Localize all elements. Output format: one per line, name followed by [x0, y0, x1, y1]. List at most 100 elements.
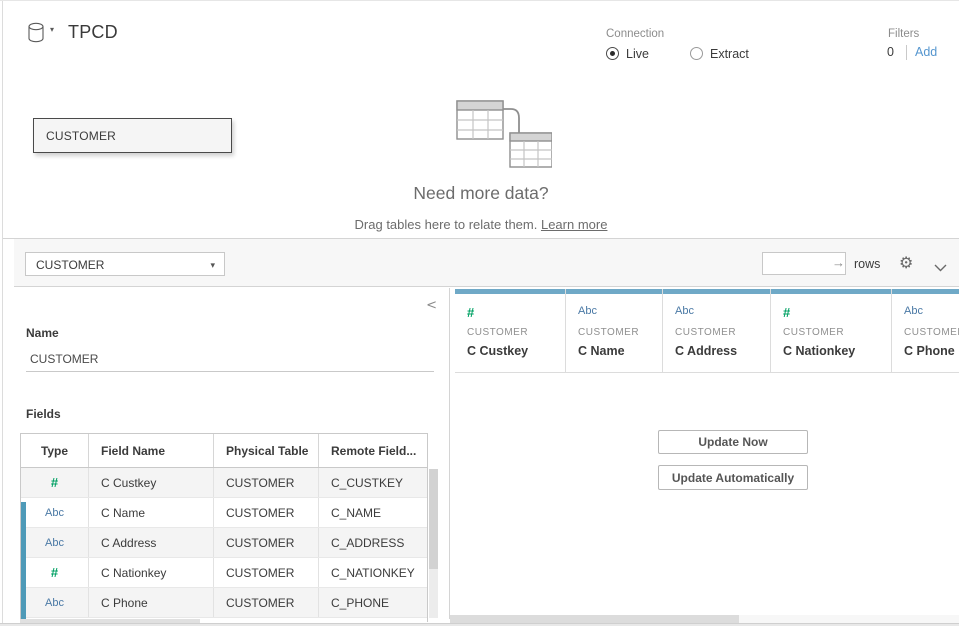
filters-count: 0	[887, 45, 894, 59]
logical-toolbar: CUSTOMER ▾ → rows ⚙	[14, 239, 959, 287]
remote-field-cell: C_CUSTKEY	[319, 468, 427, 497]
number-type-icon: #	[467, 305, 474, 320]
table-row[interactable]: # C Nationkey CUSTOMER C_NATIONKEY	[21, 558, 427, 588]
row-select-bar	[21, 502, 26, 622]
customer-table-chip[interactable]: CUSTOMER	[33, 118, 232, 153]
field-name-cell: C Address	[89, 528, 214, 557]
arrow-right-icon: →	[832, 255, 845, 270]
empty-state-title: Need more data?	[3, 183, 959, 204]
grid-column[interactable]: Abc CUSTOMER C Name	[566, 289, 663, 372]
column-field-label: C Name	[578, 344, 625, 358]
fields-vscrollbar-track-lower	[429, 569, 438, 618]
physical-table-cell: CUSTOMER	[214, 468, 319, 497]
string-type-icon: Abc	[45, 597, 64, 609]
datasource-page: ▾ TPCD Connection Live Extract Filters 0…	[0, 0, 959, 626]
fields-vscrollbar-thumb[interactable]	[429, 469, 438, 569]
physical-table-cell: CUSTOMER	[214, 558, 319, 587]
grid-column[interactable]: # CUSTOMER C Custkey	[455, 289, 566, 372]
table-row[interactable]: Abc C Address CUSTOMER C_ADDRESS	[21, 528, 427, 558]
fields-table-body: # C Custkey CUSTOMER C_CUSTKEY Abc C Nam…	[21, 468, 427, 622]
connection-label: Connection	[606, 28, 664, 40]
customer-table-chip-label: CUSTOMER	[34, 119, 231, 143]
fields-vscrollbar	[429, 434, 438, 618]
physical-table-cell: CUSTOMER	[214, 528, 319, 557]
grid-column[interactable]: Abc CUSTOMER C Address	[663, 289, 771, 372]
name-label: Name	[26, 326, 59, 340]
live-radio-option[interactable]: Live	[606, 45, 649, 61]
extract-radio-option[interactable]: Extract	[690, 45, 749, 61]
table-select-label: CUSTOMER	[36, 258, 104, 272]
number-type-icon: #	[51, 565, 58, 580]
table-row[interactable]: Abc C Phone CUSTOMER C_PHONE	[21, 588, 427, 618]
header-cell-physical-table[interactable]: Physical Table	[214, 434, 319, 467]
column-table-label: CUSTOMER	[467, 327, 528, 338]
update-now-button[interactable]: Update Now	[658, 430, 808, 454]
column-accent-bar	[455, 289, 565, 294]
update-automatically-button[interactable]: Update Automatically	[658, 465, 808, 490]
remote-field-cell: C_ADDRESS	[319, 528, 427, 557]
column-field-label: C Phone	[904, 344, 955, 358]
table-row[interactable]: # C Custkey CUSTOMER C_CUSTKEY	[21, 468, 427, 498]
live-radio[interactable]	[606, 47, 619, 60]
grid-column[interactable]: Abc CUSTOMER C Phone	[892, 289, 959, 372]
gear-icon[interactable]: ⚙	[899, 253, 913, 273]
physical-table-cell: CUSTOMER	[214, 498, 319, 527]
select-caret-icon: ▾	[210, 260, 215, 271]
fields-table: Type Field Name Physical Table Remote Fi…	[20, 433, 428, 622]
string-type-icon: Abc	[675, 305, 694, 317]
rows-label: rows	[854, 257, 880, 271]
number-type-icon: #	[51, 475, 58, 490]
column-field-label: C Address	[675, 344, 737, 358]
learn-more-link[interactable]: Learn more	[541, 217, 607, 232]
field-name-cell: C Nationkey	[89, 558, 214, 587]
physical-table-cell: CUSTOMER	[214, 588, 319, 617]
preview-grid: # CUSTOMER C Custkey Abc CUSTOMER C Name…	[450, 288, 959, 619]
header-canvas: ▾ TPCD Connection Live Extract Filters 0…	[3, 1, 959, 239]
column-table-label: CUSTOMER	[578, 327, 639, 338]
string-type-icon: Abc	[904, 305, 923, 317]
fields-table-header: Type Field Name Physical Table Remote Fi…	[21, 434, 427, 468]
field-name-cell: C Custkey	[89, 468, 214, 497]
collapse-panel-button[interactable]: <	[426, 298, 437, 313]
header-cell-type[interactable]: Type	[21, 434, 89, 467]
fields-label: Fields	[26, 407, 61, 421]
add-filter-link[interactable]: Add	[915, 45, 937, 59]
field-name-cell: C Name	[89, 498, 214, 527]
column-accent-bar	[663, 289, 770, 294]
datasource-menu-button[interactable]: ▾	[27, 22, 61, 46]
empty-state-hint: Drag tables here to relate them. Learn m…	[3, 217, 959, 232]
grid-column[interactable]: # CUSTOMER C Nationkey	[771, 289, 892, 372]
live-radio-label: Live	[626, 47, 649, 61]
column-field-label: C Nationkey	[783, 344, 855, 358]
chevron-down-icon[interactable]	[934, 259, 947, 277]
string-type-icon: Abc	[45, 507, 64, 519]
empty-state-hint-text: Drag tables here to relate them.	[355, 217, 541, 232]
remote-field-cell: C_PHONE	[319, 588, 427, 617]
column-accent-bar	[771, 289, 891, 294]
extract-radio-label: Extract	[710, 47, 749, 61]
tables-illustration-icon	[440, 95, 552, 178]
name-input[interactable]	[26, 346, 434, 372]
header-cell-field-name[interactable]: Field Name	[89, 434, 214, 467]
grid-header-row: # CUSTOMER C Custkey Abc CUSTOMER C Name…	[455, 289, 959, 373]
filters-divider	[906, 45, 907, 60]
database-caret-icon: ▾	[50, 25, 54, 34]
column-table-label: CUSTOMER	[675, 327, 736, 338]
column-table-label: CUSTOMER	[783, 327, 844, 338]
string-type-icon: Abc	[45, 537, 64, 549]
header-cell-remote-field[interactable]: Remote Field...	[319, 434, 427, 467]
column-accent-bar	[892, 289, 959, 294]
filters-label: Filters	[888, 28, 919, 40]
column-accent-bar	[566, 289, 662, 294]
string-type-icon: Abc	[578, 305, 597, 317]
page-title: TPCD	[68, 22, 118, 43]
database-icon	[27, 22, 46, 49]
extract-radio[interactable]	[690, 47, 703, 60]
left-panel: < Name Fields Type Field Name Physical T…	[14, 288, 450, 619]
table-row[interactable]: Abc C Name CUSTOMER C_NAME	[21, 498, 427, 528]
table-select[interactable]: CUSTOMER ▾	[25, 252, 225, 276]
column-table-label: CUSTOMER	[904, 327, 959, 338]
remote-field-cell: C_NAME	[319, 498, 427, 527]
remote-field-cell: C_NATIONKEY	[319, 558, 427, 587]
field-name-cell: C Phone	[89, 588, 214, 617]
